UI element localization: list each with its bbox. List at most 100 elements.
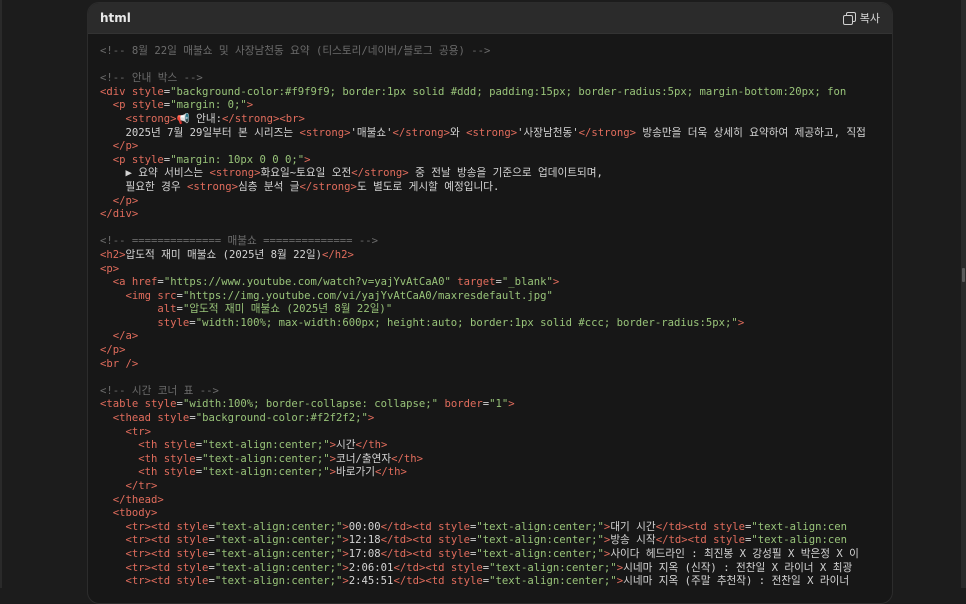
code-token: "text-align:center;" [489,561,617,574]
code-token: </div> [100,208,139,221]
code-token: </p> [112,194,139,207]
code-line: 필요한 경우 <strong>심층 분석 글</strong>도 별도로 게시할… [100,181,892,195]
code-token: <tr><td [125,547,177,560]
code-token: <strong> [299,126,351,139]
code-token: </strong> [299,180,357,193]
code-block-header: html 복사 [88,3,892,34]
code-line: <strong>📢 안내:</strong><br> [100,113,892,127]
code-line: <br /> [100,358,892,372]
resize-handle[interactable] [962,268,965,282]
code-token: "text-align:center;" [202,452,330,465]
code-token: "text-align:center;" [476,534,604,547]
code-token: <tr><td [125,561,177,574]
code-token: style [144,398,177,411]
code-token: <p [112,153,132,166]
code-line: </p> [100,140,892,154]
code-token: "margin: 0;" [170,99,247,112]
code-token: 필요한 경우 [100,180,187,193]
code-token: </td><td [380,534,439,547]
code-token: style [438,520,470,533]
code-line: <thead style="background-color:#f2f2f2;"… [100,412,892,426]
code-token: style [176,534,209,547]
code-token: style [176,547,209,560]
code-token: <tr><td [125,534,177,547]
code-line: <img src="https://img.youtube.com/vi/yaj… [100,290,892,304]
code-token: style [176,561,209,574]
code-token: </td><td [380,547,439,560]
code-token: "margin: 10px 0 0 0;" [170,153,305,166]
code-line: <tr> [100,426,892,440]
code-token: > [552,276,560,289]
code-token: 화요일~토요일 오전 [260,167,352,180]
code-token: 2025년 7월 29일부터 본 시리즈는 [100,126,300,139]
code-token: </td><td [655,520,714,533]
code-line: </a> [100,330,892,344]
code-token: style [438,534,470,547]
code-line: <a href="https://www.youtube.com/watch?v… [100,276,892,290]
code-line: </p> [100,195,892,209]
code-line: </thead> [100,494,892,508]
code-token: style [176,575,209,588]
code-token: style [157,412,190,425]
code-token: href [131,276,158,289]
code-token: "text-align:center;" [214,520,343,533]
code-token: </td><td [380,520,439,533]
code-line: <tr><td style="text-align:center;">00:00… [100,521,892,535]
code-token: <!-- 8월 22일 매불쇼 및 사장남천동 요약 (티스토리/네이버/블로그… [100,45,491,57]
code-token: <tr> [125,425,152,438]
code-token: 12:18 [348,534,381,547]
code-token: <img [125,289,158,302]
code-token: style [713,520,745,533]
code-token: > [737,316,745,329]
code-token: style [163,452,196,465]
code-token: style [176,520,209,533]
code-line: <!-- 시간 코너 표 --> [100,385,892,399]
code-line: <p style="margin: 10px 0 0 0;"> [100,154,892,168]
code-token: </td><td [655,534,714,547]
code-token: "1" [489,398,509,411]
code-token: style [713,534,745,547]
code-token: 00:00 [348,520,381,533]
code-token: style [131,153,164,166]
copy-button[interactable]: 복사 [842,10,880,26]
code-token: <tr><td [125,575,177,588]
code-line: ▶ 요약 서비스는 <strong>화요일~토요일 오전</strong> 중 … [100,167,892,181]
code-token: <!-- 시간 코너 표 --> [100,384,219,397]
code-line: <tr><td style="text-align:center;">12:18… [100,534,892,548]
code-line: <th style="text-align:center;">바로가기</th> [100,466,892,480]
copy-icon [842,12,856,25]
code-token: </thead> [112,493,164,506]
code-token: 사이다 헤드라인 : 최진봉 X 강성필 X 박은정 X 이 [610,547,859,560]
code-token: 대기 시간 [610,520,656,533]
code-token: 방송 시작 [610,534,656,547]
code-token: 방송만을 더욱 상세히 요약하여 제공하고, 직접 [636,126,866,139]
code-token: "width:100%; border-collapse: collapse;" [182,398,439,411]
code-token: style [163,439,196,452]
code-token: <!-- 안내 박스 --> [100,72,203,85]
code-token: 시네마 지옥 (주말 추천작) : 전찬일 X 라이너 [623,575,850,588]
code-line: <p> [100,263,892,277]
code-line: <p style="margin: 0;"> [100,99,892,113]
code-token: <strong> [187,180,239,193]
code-content[interactable]: <!-- 8월 22일 매불쇼 및 사장남천동 요약 (티스토리/네이버/블로그… [100,45,892,589]
code-line: </p> [100,344,892,358]
code-token: alt [157,303,177,316]
code-token: "text-align:cen [751,534,848,547]
code-line: </div> [100,208,892,222]
